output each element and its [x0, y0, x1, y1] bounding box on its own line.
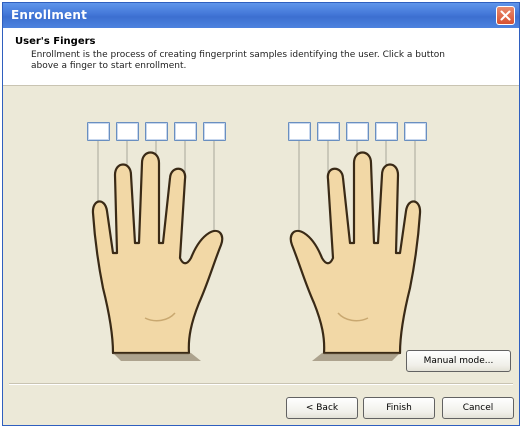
cancel-button[interactable]: Cancel — [442, 397, 514, 419]
footer-divider — [9, 383, 513, 385]
left-hand-image — [91, 151, 224, 361]
enrollment-dialog: Enrollment User's Fingers Enrollment is … — [2, 2, 520, 426]
right-hand-image — [289, 151, 422, 361]
manual-mode-button[interactable]: Manual mode... — [406, 350, 511, 372]
finish-button[interactable]: Finish — [363, 397, 435, 419]
hands-illustration — [91, 141, 422, 361]
back-button[interactable]: < Back — [286, 397, 358, 419]
